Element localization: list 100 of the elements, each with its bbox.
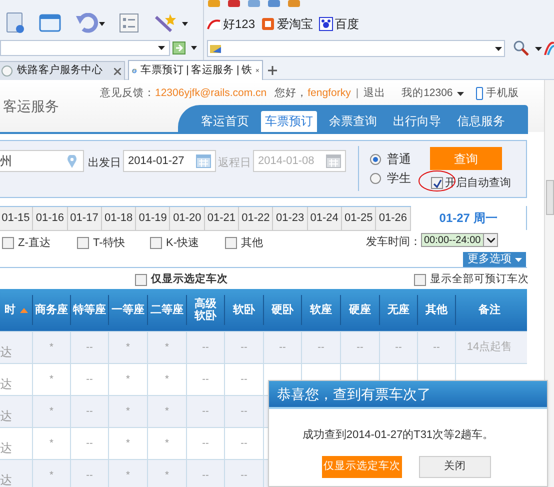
radio-button[interactable] bbox=[370, 154, 381, 164]
field-label: 返程日 bbox=[218, 156, 251, 171]
checkbox[interactable] bbox=[431, 177, 443, 190]
table-cell: * bbox=[108, 460, 147, 487]
bookmark-link[interactable]: 好123 bbox=[207, 15, 256, 33]
date-tab[interactable]: 01-23 bbox=[273, 207, 308, 231]
checkbox-label: Z-直达 bbox=[18, 236, 50, 251]
train-type-cell-text: 达 bbox=[0, 408, 13, 425]
page-icon bbox=[1, 65, 13, 77]
nav-tab[interactable]: 余票查询 bbox=[325, 110, 381, 132]
dialog-title: 恭喜您，查到有票车次了 bbox=[269, 381, 547, 409]
column-header[interactable]: 时 bbox=[0, 295, 32, 325]
date-tab[interactable]: 01-21 bbox=[204, 207, 240, 231]
search-icon[interactable] bbox=[513, 40, 529, 56]
toolbar-icon[interactable] bbox=[207, 0, 221, 8]
toolbar-icon[interactable] bbox=[227, 0, 241, 8]
phone-icon bbox=[476, 87, 483, 100]
undo-icon[interactable] bbox=[75, 13, 105, 33]
column-header[interactable]: 软卧 bbox=[224, 295, 263, 325]
time-label: 发车时间： bbox=[366, 235, 421, 250]
engine-icon bbox=[210, 44, 222, 54]
toolbar-icon[interactable] bbox=[287, 0, 301, 8]
column-header[interactable]: 其他 bbox=[417, 295, 455, 325]
window-icon[interactable] bbox=[39, 14, 61, 32]
date-tab[interactable]: 01-27 周一 bbox=[410, 206, 527, 230]
date-field[interactable]: 2014-01-27 bbox=[123, 150, 216, 172]
browser-tab[interactable]: 铁路客户服务中心 bbox=[0, 61, 125, 80]
query-button[interactable]: 查询 bbox=[430, 147, 502, 170]
checkbox-label: K-快速 bbox=[166, 236, 199, 251]
caret-icon bbox=[495, 46, 502, 50]
checkbox[interactable] bbox=[135, 274, 147, 286]
date-field[interactable]: 2014-01-08 bbox=[253, 150, 346, 172]
radio-button[interactable] bbox=[370, 172, 381, 184]
date-tab[interactable]: 01-24 bbox=[308, 207, 342, 231]
document-icon[interactable] bbox=[5, 12, 25, 34]
account-menu[interactable]: 我的12306 bbox=[402, 86, 464, 102]
caret-icon bbox=[158, 46, 165, 50]
close-icon[interactable] bbox=[114, 68, 121, 74]
separator-text: | bbox=[356, 86, 359, 101]
checkbox[interactable] bbox=[2, 237, 14, 250]
nav-tab[interactable]: 信息服务 bbox=[453, 110, 509, 132]
train-type-cell-text: 达 bbox=[0, 440, 13, 457]
checkbox[interactable] bbox=[414, 274, 426, 286]
column-header[interactable]: 商务座 bbox=[32, 295, 70, 325]
search-field[interactable] bbox=[207, 40, 505, 57]
column-header[interactable]: 无座 bbox=[379, 295, 417, 325]
toolbar-icon[interactable] bbox=[247, 0, 261, 8]
checkbox[interactable] bbox=[150, 237, 162, 250]
magic-wand-icon[interactable] bbox=[153, 13, 189, 33]
hao-logo-icon bbox=[207, 17, 221, 31]
table-cell: -- bbox=[224, 460, 263, 487]
dialog-button[interactable]: 关闭 bbox=[419, 456, 491, 478]
date-tab[interactable]: 01-15 bbox=[0, 207, 34, 231]
dialog-button[interactable]: 仅显示选定车次 bbox=[322, 456, 402, 478]
date-tab[interactable]: 01-22 bbox=[239, 207, 274, 231]
time-select[interactable]: 00:00--24:00 bbox=[421, 233, 498, 247]
date-tab[interactable]: 01-18 bbox=[102, 207, 136, 231]
email-link[interactable]: 12306yjfk@rails.com.cn bbox=[155, 86, 267, 102]
address-field[interactable] bbox=[0, 40, 170, 56]
column-header[interactable]: 硬座 bbox=[340, 295, 379, 325]
table-cell: -- bbox=[70, 460, 108, 487]
station-field[interactable]: 州 bbox=[0, 150, 84, 172]
nav-tab[interactable]: 出行向导 bbox=[389, 110, 445, 132]
rainbow-icon[interactable] bbox=[544, 41, 554, 55]
column-header[interactable]: 二等座 bbox=[147, 295, 186, 325]
location-pin-icon bbox=[67, 154, 77, 168]
list-icon[interactable] bbox=[119, 13, 139, 33]
column-header[interactable]: 一等座 bbox=[108, 295, 147, 325]
bookmark-link[interactable]: 爱淘宝 bbox=[261, 15, 314, 33]
logout-link[interactable]: 退出 bbox=[364, 86, 386, 102]
table-cell: * bbox=[147, 460, 186, 487]
caret-icon bbox=[456, 92, 464, 96]
ellipse-annotation bbox=[418, 170, 456, 192]
username-link[interactable]: fengforky bbox=[308, 86, 351, 102]
date-tab[interactable]: 01-19 bbox=[136, 207, 170, 231]
date-tab[interactable]: 01-17 bbox=[68, 207, 102, 231]
column-header[interactable]: 硬卧 bbox=[263, 295, 301, 325]
date-tab[interactable]: 01-25 bbox=[342, 207, 376, 231]
column-header[interactable]: 高级软卧 bbox=[186, 295, 224, 325]
plus-icon[interactable] bbox=[268, 66, 277, 75]
go-icon[interactable] bbox=[172, 41, 198, 55]
close-icon[interactable] bbox=[256, 67, 259, 74]
nav-tab[interactable]: 车票预订 bbox=[261, 110, 317, 132]
toolbar-icon[interactable] bbox=[267, 0, 281, 8]
checkbox[interactable] bbox=[77, 237, 89, 250]
chevron-down-icon bbox=[486, 238, 494, 242]
column-header[interactable]: 特等座 bbox=[70, 295, 108, 325]
date-tab[interactable]: 01-26 bbox=[376, 207, 411, 231]
mobile-link[interactable]: 手机版 bbox=[476, 86, 519, 102]
bookmark-link[interactable]: 百度 bbox=[319, 15, 360, 33]
browser-tab[interactable]: 车票预订 | 客运服务 | 铁 bbox=[128, 60, 263, 80]
column-header[interactable]: 软座 bbox=[301, 295, 340, 325]
column-header[interactable]: 备注 bbox=[455, 295, 523, 325]
checkbox-label: 仅显示选定车次 bbox=[151, 272, 228, 287]
date-tab[interactable]: 01-16 bbox=[33, 207, 68, 231]
more-options-button[interactable]: 更多选项 bbox=[463, 252, 526, 267]
nav-tab[interactable]: 客运首页 bbox=[197, 110, 253, 132]
checkbox[interactable] bbox=[225, 237, 237, 250]
date-tab[interactable]: 01-20 bbox=[170, 207, 205, 231]
caret-icon bbox=[535, 47, 542, 51]
